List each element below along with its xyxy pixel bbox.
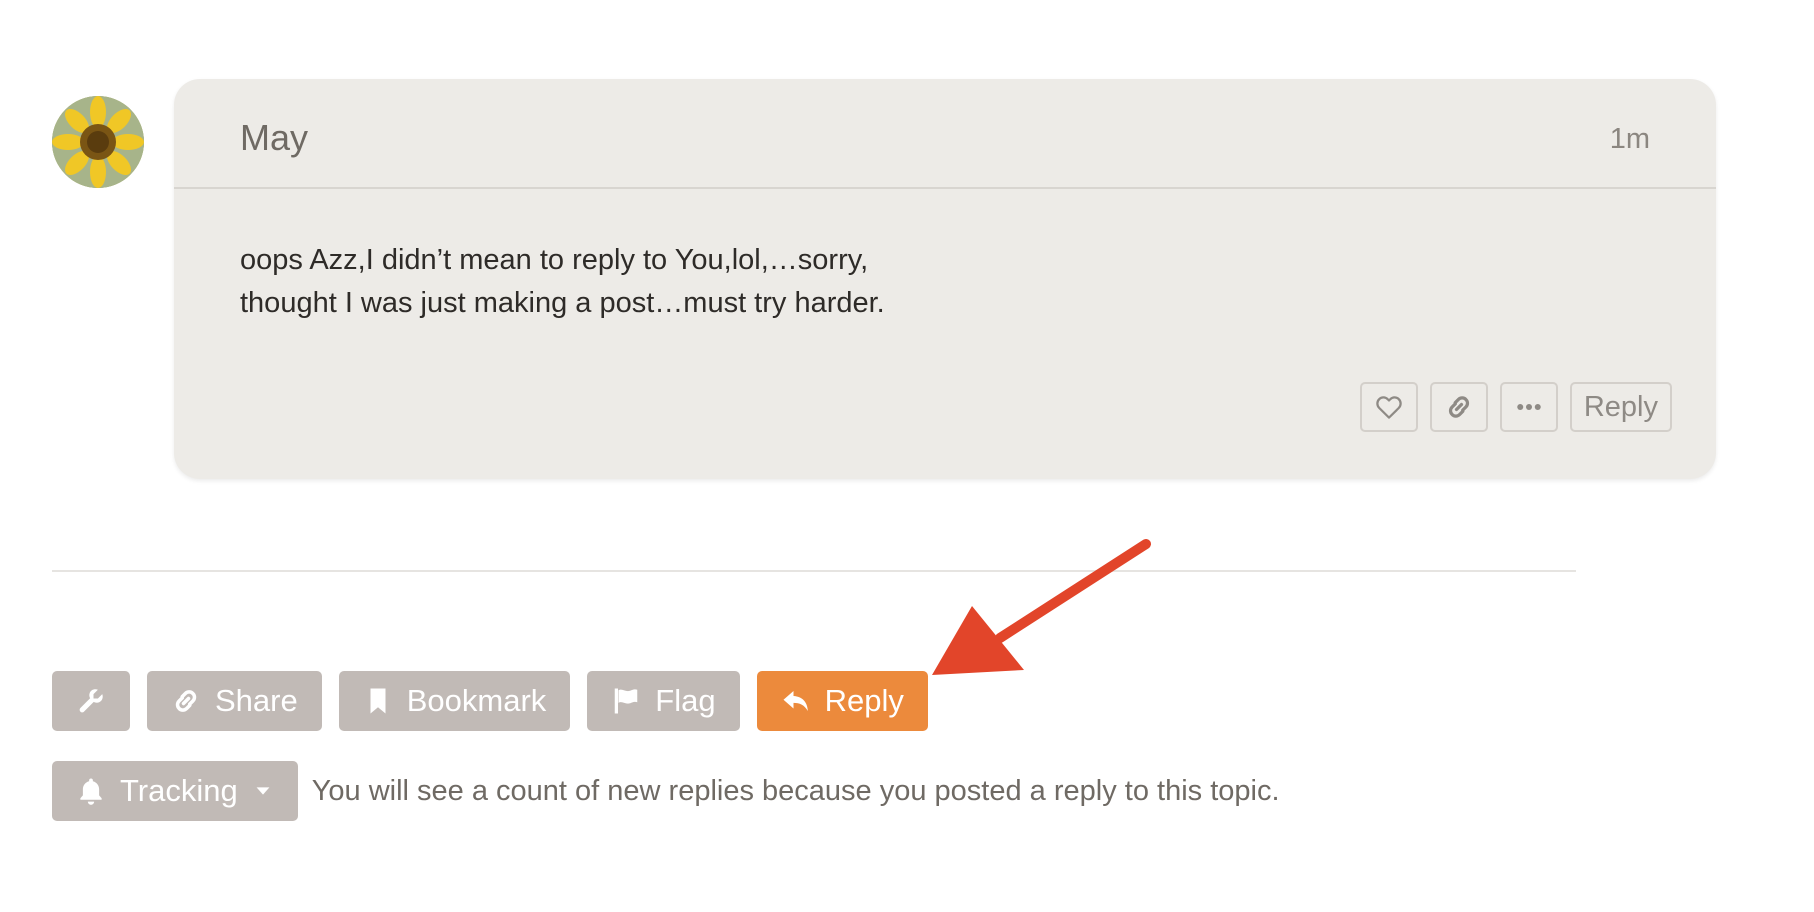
link-icon <box>175 690 197 712</box>
user-avatar[interactable] <box>52 96 144 188</box>
annotation-arrow <box>932 539 1151 675</box>
reply-button-label: Reply <box>824 683 904 718</box>
post-card: May 1m oops Azz,I didn’t mean to reply t… <box>174 79 1716 479</box>
flag-button[interactable]: Flag <box>587 671 740 731</box>
reply-to-topic-button[interactable]: Reply <box>756 671 928 731</box>
flag-button-label: Flag <box>655 683 716 718</box>
post-body: oops Azz,I didn’t mean to reply to You,l… <box>240 239 1540 325</box>
more-actions-button[interactable] <box>1499 382 1558 432</box>
reply-icon <box>783 691 808 711</box>
copy-link-button[interactable] <box>1429 382 1488 432</box>
topic-footer-buttons: Share Bookmark Flag Reply <box>52 671 928 731</box>
post-date[interactable]: 1m <box>1610 123 1650 156</box>
notification-description: You will see a count of new replies beca… <box>311 774 1280 807</box>
post-body-line: oops Azz,I didn’t mean to reply to You,l… <box>240 244 869 276</box>
sunflower-avatar-image <box>52 96 144 188</box>
caret-down-icon <box>256 787 270 795</box>
post-header: May 1m <box>174 79 1716 189</box>
post-body-line: thought I was just making a post…must tr… <box>240 287 885 319</box>
bookmark-button-label: Bookmark <box>406 683 547 718</box>
share-button-label: Share <box>215 683 298 718</box>
admin-menu-button[interactable] <box>52 671 130 731</box>
topic-page: May 1m oops Azz,I didn’t mean to reply t… <box>0 0 1814 912</box>
bookmark-button[interactable]: Bookmark <box>338 671 571 731</box>
wrench-icon <box>79 689 103 713</box>
link-icon <box>1448 396 1469 418</box>
heart-icon <box>1376 396 1402 419</box>
notification-row: Tracking You will see a count of new rep… <box>52 761 1280 821</box>
notification-level-label: Tracking <box>120 773 238 808</box>
post-username[interactable]: May <box>240 117 308 159</box>
post-reply-button[interactable]: Reply <box>1569 382 1672 432</box>
post-actions: Reply <box>1359 382 1672 432</box>
like-button[interactable] <box>1359 382 1418 432</box>
ellipsis-icon <box>1517 404 1541 410</box>
bookmark-icon <box>370 688 386 714</box>
notification-level-dropdown[interactable]: Tracking <box>52 761 298 821</box>
flag-icon <box>615 688 638 714</box>
bell-icon <box>80 778 102 805</box>
topic-divider <box>52 570 1576 572</box>
share-button[interactable]: Share <box>147 671 322 731</box>
